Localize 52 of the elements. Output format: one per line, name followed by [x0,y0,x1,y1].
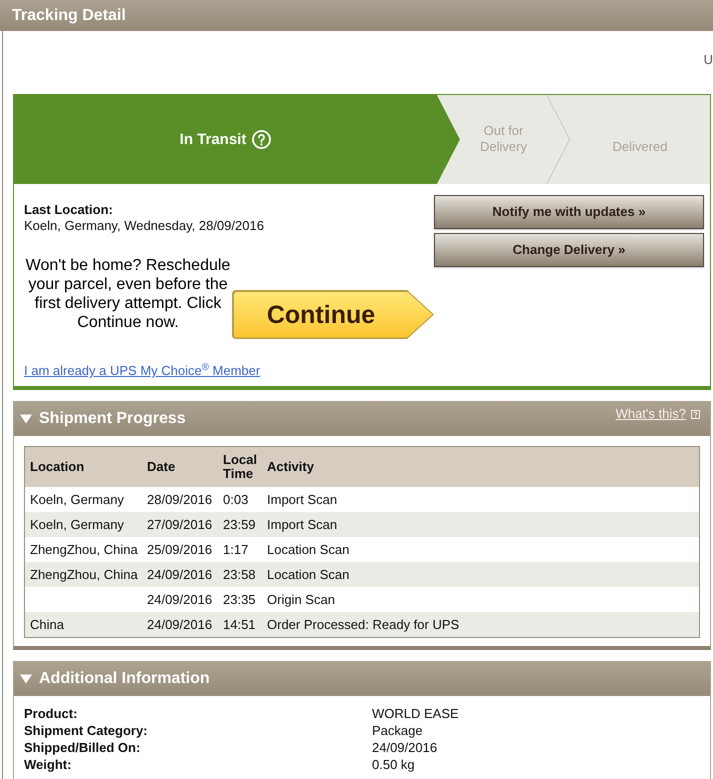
table-cell-text: 28/09/2016 [146,492,214,508]
table-cell-text: ZhengZhou, China [29,542,139,558]
table-cell-text: Import Scan [266,492,338,508]
field-value: Koeln, Germany, Wednesday, 28/09/2016 [24,218,264,234]
table-cell-text: 24/09/2016 [146,616,214,632]
reschedule-message: Won't be home? Reschedule your parcel, even before the first delivery attempt. Click Continue now. [24,256,232,332]
help-icon[interactable] [691,410,700,419]
table-cell-text: Import Scan [266,516,338,532]
cut-off-text: U [704,52,713,68]
table-cell-text: 1:17 [222,542,250,558]
table-cell-text: Koeln, Germany [29,516,125,532]
field-label: Product: [24,705,78,722]
step-label: Delivered [612,139,668,155]
continue-button[interactable]: Continue [232,290,434,339]
field-label: Weight: [24,756,72,773]
step-label: Out for Delivery [479,123,528,155]
table-cell-text: Origin Scan [266,592,336,608]
table-cell-text: 23:59 [222,516,257,532]
triangle-down-icon[interactable] [20,414,32,424]
column-header: Location [29,460,86,474]
action-button[interactable]: Notify me with updates » [434,195,704,229]
section-title: Shipment Progress [39,408,186,428]
column-header: Local Time [222,453,258,481]
table-cell-text: Location Scan [266,566,350,582]
field-value: WORLD EASE [372,705,460,722]
table-cell-text: 23:35 [222,592,257,608]
table-cell-text: Koeln, Germany [29,492,125,508]
column-header: Date [146,460,176,474]
field-label: Last Location: [24,202,113,218]
field-label: Shipment Category: [24,722,149,739]
field-value: 0.50 kg [372,756,416,773]
triangle-down-icon[interactable] [20,674,32,684]
table-cell-text: Order Processed: Ready for UPS [266,616,460,632]
section-title: Additional Information [39,668,210,688]
table-cell-text: 24/09/2016 [146,592,214,608]
action-button[interactable]: Change Delivery » [434,233,704,267]
member-link[interactable]: I am already a UPS My Choice$^{®}$ Member [24,363,260,379]
column-header: Activity [266,460,315,474]
field-label: Shipped/Billed On: [24,739,142,756]
table-cell-text: Location Scan [266,542,350,558]
table-cell-text: 14:51 [222,616,257,632]
table-cell-text: 0:03 [222,492,250,508]
step-label: In Transit [180,132,246,148]
table-cell-text: 23:58 [222,566,257,582]
table-cell-text: ZhengZhou, China [29,566,139,582]
table-cell-text: 25/09/2016 [146,542,214,558]
table-cell-text: 24/09/2016 [146,566,214,582]
page-title: Tracking Detail [12,6,126,26]
field-value: 24/09/2016 [372,739,438,756]
field-value: Package [372,722,424,739]
table-cell-text: China [29,616,65,632]
table-cell-text: 27/09/2016 [146,516,214,532]
